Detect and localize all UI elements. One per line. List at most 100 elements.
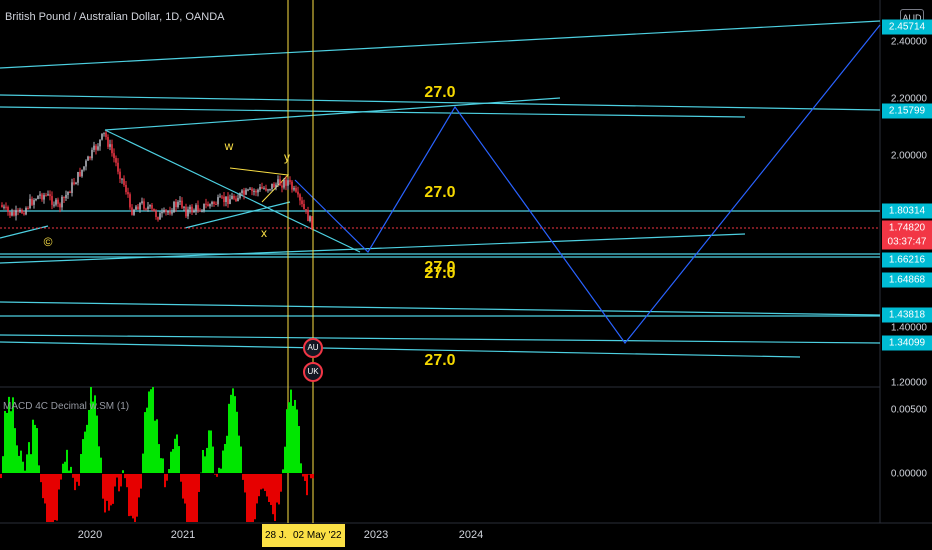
uk-flag-icon[interactable]: UK — [303, 362, 323, 382]
macd-bar-down — [44, 474, 46, 504]
macd-bar-down — [310, 474, 312, 479]
last-price-tag: 1.74820 — [882, 220, 932, 236]
macd-bar-down — [272, 474, 274, 515]
macd-bar-up — [178, 446, 180, 473]
macd-bar-down — [164, 474, 166, 488]
macd-bar-down — [258, 474, 260, 497]
fib-annotation[interactable]: 27.0 — [424, 84, 455, 102]
candle-body — [101, 133, 103, 140]
macd-bar-up — [158, 444, 160, 473]
candle-body — [265, 188, 267, 191]
macd-bar-up — [150, 389, 152, 473]
candle-body — [141, 201, 143, 204]
candle-body — [83, 166, 85, 170]
macd-bar-down — [104, 474, 106, 513]
macd-bar-down — [184, 474, 186, 504]
macd-bar-down — [268, 474, 270, 502]
macd-bar-up — [202, 449, 204, 473]
price-tag: 1.34099 — [882, 335, 932, 351]
macd-bar-up — [300, 463, 302, 473]
macd-bar-down — [308, 474, 310, 475]
macd-bar-up — [90, 387, 92, 473]
symbol-title[interactable]: British Pound / Australian Dollar, 1D, O… — [5, 11, 224, 23]
time-tick: 2023 — [363, 529, 389, 541]
candle-body — [143, 201, 145, 209]
indicator-title[interactable]: MACD 4C Decimal w.SM (1) — [3, 401, 129, 412]
macd-bar-up — [16, 445, 18, 473]
macd-bar-up — [146, 407, 148, 473]
candle-body — [167, 211, 169, 213]
macd-bar-down — [72, 474, 74, 478]
candle-body — [13, 212, 15, 216]
macd-bar-down — [52, 474, 54, 522]
macd-bar-down — [196, 474, 198, 522]
macd-bar-up — [222, 450, 224, 473]
macd-bar-down — [186, 474, 188, 522]
macd-bar-up — [68, 470, 70, 473]
projection-path — [294, 24, 881, 344]
candle-body — [255, 190, 257, 193]
candle-body — [153, 208, 155, 212]
macd-bar-down — [42, 474, 44, 499]
candle-body — [5, 206, 7, 208]
candle-body — [241, 190, 243, 193]
candle-body — [125, 184, 127, 193]
candle-body — [185, 206, 187, 217]
candle-body — [281, 185, 283, 188]
candle-body — [9, 211, 11, 216]
candle-body — [293, 188, 295, 190]
macd-bar-up — [92, 401, 94, 473]
candle-body — [65, 194, 67, 199]
macd-bar-down — [0, 474, 2, 479]
macd-bar-down — [182, 474, 184, 499]
candle-body — [123, 178, 125, 185]
candle-body — [273, 183, 275, 188]
candle-body — [163, 210, 165, 213]
candle-body — [219, 196, 221, 198]
wave-label-w[interactable]: w — [225, 139, 234, 153]
candle-body — [239, 192, 241, 198]
wave-label-c[interactable]: © — [44, 235, 53, 249]
fib-annotation[interactable]: 27.0 — [424, 352, 455, 370]
candle-body — [211, 201, 213, 205]
candle-body — [287, 180, 289, 186]
chart-canvas[interactable] — [0, 0, 932, 550]
candle-body — [305, 209, 307, 211]
macd-bar-up — [88, 409, 90, 473]
fib-annotation[interactable]: 27.0 — [424, 184, 455, 202]
candle-body — [145, 208, 147, 210]
candle-body — [253, 190, 255, 192]
macd-bar-up — [208, 430, 210, 473]
macd-bar-up — [142, 453, 144, 473]
macd-bar-up — [228, 403, 230, 473]
macd-bar-down — [130, 474, 132, 516]
macd-bar-up — [122, 470, 124, 473]
au-flag-icon[interactable]: AU — [303, 338, 323, 358]
price-tag: 1.64868 — [882, 272, 932, 288]
macd-bar-down — [242, 474, 244, 480]
macd-bar-up — [174, 438, 176, 473]
macd-bar-up — [218, 467, 220, 473]
candle-body — [27, 207, 29, 209]
wave-label-x[interactable]: x — [261, 226, 267, 240]
candle-body — [165, 210, 167, 212]
macd-bar-up — [236, 411, 238, 473]
candle-body — [75, 182, 77, 185]
candle-body — [121, 178, 123, 180]
macd-bar-down — [214, 474, 216, 475]
wave-label-y[interactable]: y — [284, 150, 290, 164]
candle-body — [179, 200, 181, 202]
candle-body — [225, 196, 227, 203]
candle-body — [67, 191, 69, 195]
macd-bar-down — [312, 474, 314, 479]
candle-body — [229, 199, 231, 205]
time-range-start: 28 J. — [262, 524, 290, 547]
time-axis[interactable]: 2020 2021 2023 2024 28 J. 02 May '22 — [0, 523, 932, 550]
candle-body — [207, 204, 209, 207]
candle-body — [173, 201, 175, 213]
macd-bar-up — [38, 465, 40, 473]
macd-bar-up — [284, 446, 286, 473]
macd-bar-up — [288, 402, 290, 473]
price-axis[interactable]: 2.40000 2.20000 2.00000 1.40000 1.20000 … — [880, 0, 932, 523]
fib-annotation[interactable]: 27.0 — [424, 265, 455, 283]
